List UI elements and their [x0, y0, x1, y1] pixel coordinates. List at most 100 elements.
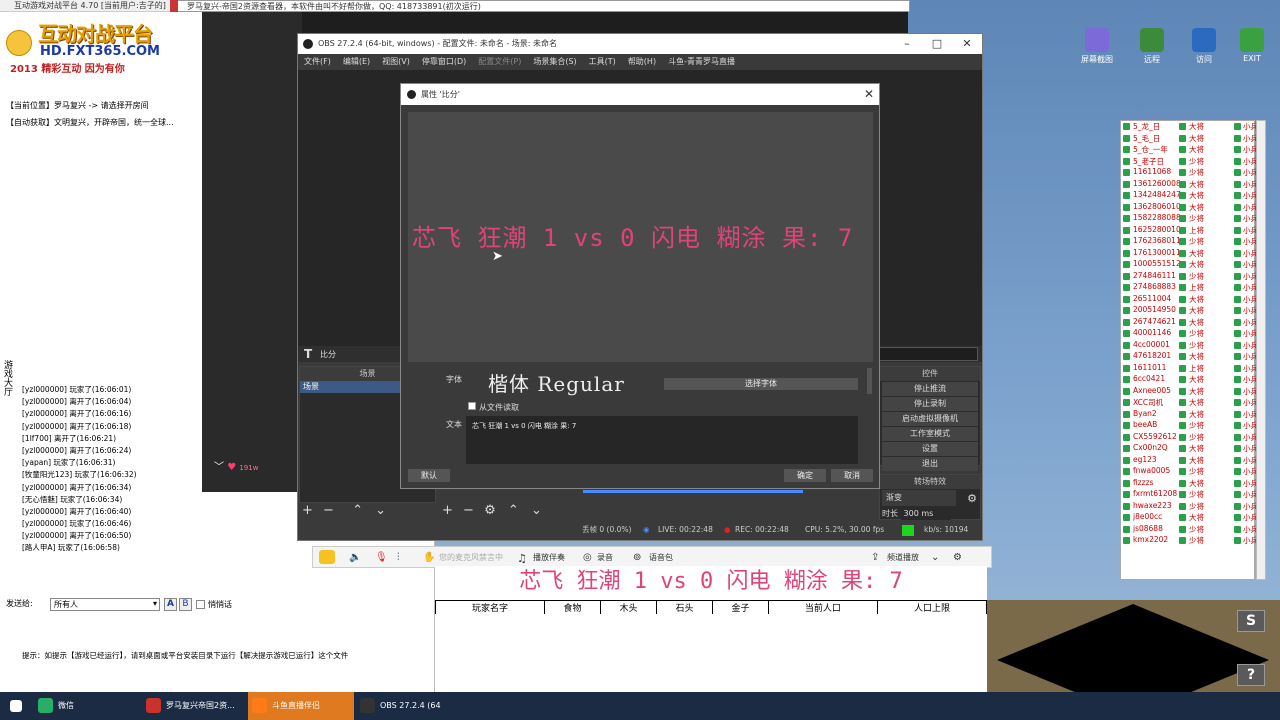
record-button[interactable]: 录音 [597, 552, 613, 563]
control-button[interactable]: 工作室模式 [882, 427, 978, 441]
voice-pack-icon[interactable]: ⊚ [633, 552, 641, 563]
list-item[interactable]: CX5592612 少将 小兵 [1121, 432, 1258, 444]
equalizer-icon[interactable]: ⫶ [397, 552, 400, 563]
duration-input[interactable]: 300 ms [900, 507, 951, 520]
maximize-icon[interactable]: □ [922, 34, 952, 54]
list-item[interactable]: 267474621 大将 小兵 [1121, 317, 1258, 329]
obs-menu-item[interactable]: 配置文件(P) [478, 57, 521, 66]
list-item[interactable]: 1362806010 大将 小兵 [1121, 202, 1258, 214]
help-button[interactable]: ? [1237, 664, 1265, 686]
list-item[interactable]: XCC司机 大将 小兵 [1121, 397, 1258, 409]
list-item[interactable]: 11611068 少将 小兵 [1121, 167, 1258, 179]
cancel-button[interactable]: 取消 [831, 469, 873, 482]
obs-menu-item[interactable]: 文件(F) [304, 57, 331, 66]
list-item[interactable]: 40001146 少将 小兵 [1121, 328, 1258, 340]
speaker-icon[interactable]: 🔈 [349, 552, 361, 563]
danmaku-button[interactable]: 频道播放 [887, 552, 919, 563]
taskbar-item[interactable]: 斗鱼直播伴侣 [248, 692, 354, 720]
list-item[interactable]: Byan2 大将 小兵 [1121, 409, 1258, 421]
list-item[interactable]: 5_仓_一年 大将 小兵 [1121, 144, 1258, 156]
transition-select[interactable]: 渐变 [882, 490, 956, 506]
gear-icon[interactable]: ⚙ [967, 492, 977, 505]
dialog-scrollbar[interactable] [867, 368, 872, 394]
font-color-button[interactable]: A [164, 598, 177, 611]
start-button[interactable] [0, 692, 34, 720]
list-item[interactable]: 1625280010 上将 小兵 [1121, 225, 1258, 237]
gear-icon[interactable]: ⚙ [484, 503, 496, 518]
text-input[interactable]: 芯飞 狂潮 1 vs 0 闪电 糊涂 果: 7 [466, 416, 858, 464]
play-song-button[interactable]: 播放伴奏 [533, 552, 565, 563]
list-item[interactable]: 274846111 少将 小兵 [1121, 271, 1258, 283]
remove-source-icon[interactable]: − [463, 503, 474, 518]
close-icon[interactable]: ✕ [864, 84, 874, 105]
control-button[interactable]: 停止推流 [882, 382, 978, 396]
upload-icon[interactable]: ⇪ [871, 552, 879, 563]
control-button[interactable]: 退出 [882, 457, 978, 471]
from-file-checkbox[interactable] [468, 402, 476, 410]
list-item[interactable]: Axnee005 大将 小兵 [1121, 386, 1258, 398]
list-item[interactable]: 1611011 上将 小兵 [1121, 363, 1258, 375]
mic-icon[interactable]: 🎙 [375, 552, 388, 563]
list-item[interactable]: 200514950 大将 小兵 [1121, 305, 1258, 317]
player-list-scrollbar[interactable] [1256, 120, 1266, 580]
desktop-icon-remote[interactable]: 远程 [1130, 28, 1174, 65]
list-item[interactable]: eg123 大将 小兵 [1121, 455, 1258, 467]
minimize-icon[interactable]: – [892, 34, 922, 54]
list-item[interactable]: fizzzs 大将 小兵 [1121, 478, 1258, 490]
list-item[interactable]: fnwa0005 少将 小兵 [1121, 466, 1258, 478]
ok-button[interactable]: 确定 [784, 469, 826, 482]
bold-button[interactable]: B [179, 598, 192, 611]
list-item[interactable]: 5_龙_日 大将 小兵 [1121, 121, 1258, 133]
list-item[interactable]: fxrmt61208 少将 小兵 [1121, 489, 1258, 501]
list-item[interactable]: 1000551512 大将 小兵 [1121, 259, 1258, 271]
obs-menu-item[interactable]: 场景集合(S) [533, 57, 576, 66]
gear-icon[interactable]: ⚙ [953, 552, 962, 563]
send-target-select[interactable]: 所有人 ▾ [50, 598, 160, 611]
control-button[interactable]: 停止录制 [882, 397, 978, 411]
add-source-icon[interactable]: + [442, 503, 453, 518]
select-font-button[interactable]: 选择字体 [664, 378, 858, 390]
close-icon[interactable]: ✕ [952, 34, 982, 54]
move-up-icon[interactable]: ⌃ [508, 503, 519, 518]
add-scene-icon[interactable]: + [302, 503, 313, 518]
voice-pack-button[interactable]: 语音包 [649, 552, 673, 563]
list-item[interactable]: 1582288088 少将 小兵 [1121, 213, 1258, 225]
chevron-down-icon[interactable]: ⌄ [931, 552, 939, 563]
defaults-button[interactable]: 默认 [408, 469, 450, 482]
control-button[interactable]: 设置 [882, 442, 978, 456]
taskbar-item[interactable]: OBS 27.2.4 (64 [356, 692, 441, 720]
obs-menu-item[interactable]: 编辑(E) [343, 57, 370, 66]
private-checkbox[interactable] [196, 600, 205, 609]
list-item[interactable]: js08688 少将 小兵 [1121, 524, 1258, 536]
move-down-icon[interactable]: ⌄ [531, 503, 542, 518]
list-item[interactable]: 5_老子日 少将 小兵 [1121, 156, 1258, 168]
obs-menu-item[interactable]: 停靠窗口(D) [422, 57, 466, 66]
desktop-icon-screenshot[interactable]: 屏幕截图 [1075, 28, 1119, 65]
list-item[interactable]: 1761300011 大将 小兵 [1121, 248, 1258, 260]
music-icon[interactable]: ♫ [517, 552, 527, 565]
list-item[interactable]: 47618201 大将 小兵 [1121, 351, 1258, 363]
list-item[interactable]: 1361260008 大将 小兵 [1121, 179, 1258, 191]
list-item[interactable]: 1762368011 少将 小兵 [1121, 236, 1258, 248]
list-item[interactable]: 4cc00001 少将 小兵 [1121, 340, 1258, 352]
obs-menu-item[interactable]: 帮助(H) [628, 57, 656, 66]
list-item[interactable]: beeAB 少将 小兵 [1121, 420, 1258, 432]
obs-menu-item[interactable]: 视图(V) [382, 57, 410, 66]
record-icon[interactable]: ◎ [583, 552, 592, 563]
list-item[interactable]: 5_毛_日 大将 小兵 [1121, 133, 1258, 145]
desktop-icon-access[interactable]: 访问 [1182, 28, 1226, 65]
list-item[interactable]: kmx2202 少将 小兵 [1121, 535, 1258, 547]
avatar[interactable] [319, 550, 335, 564]
taskbar-item[interactable]: 罗马复兴帝国2资... [142, 692, 246, 720]
signal-button[interactable]: S [1237, 610, 1265, 632]
obs-menu-item[interactable]: 工具(T) [589, 57, 616, 66]
list-item[interactable]: Cx00n2Q 大将 小兵 [1121, 443, 1258, 455]
list-item[interactable]: 1342484247 大将 小兵 [1121, 190, 1258, 202]
list-item[interactable]: j8e00cc 大将 小兵 [1121, 512, 1258, 524]
desktop-icon-exit[interactable]: EXIT [1230, 28, 1274, 63]
list-item[interactable]: hwaxe223 少将 小兵 [1121, 501, 1258, 513]
taskbar-item[interactable]: 微信 [34, 692, 140, 720]
list-item[interactable]: 26511004 大将 小兵 [1121, 294, 1258, 306]
list-item[interactable]: 274868883 上将 小兵 [1121, 282, 1258, 294]
obs-menu-item[interactable]: 斗鱼-青青罗马直播 [668, 57, 735, 66]
